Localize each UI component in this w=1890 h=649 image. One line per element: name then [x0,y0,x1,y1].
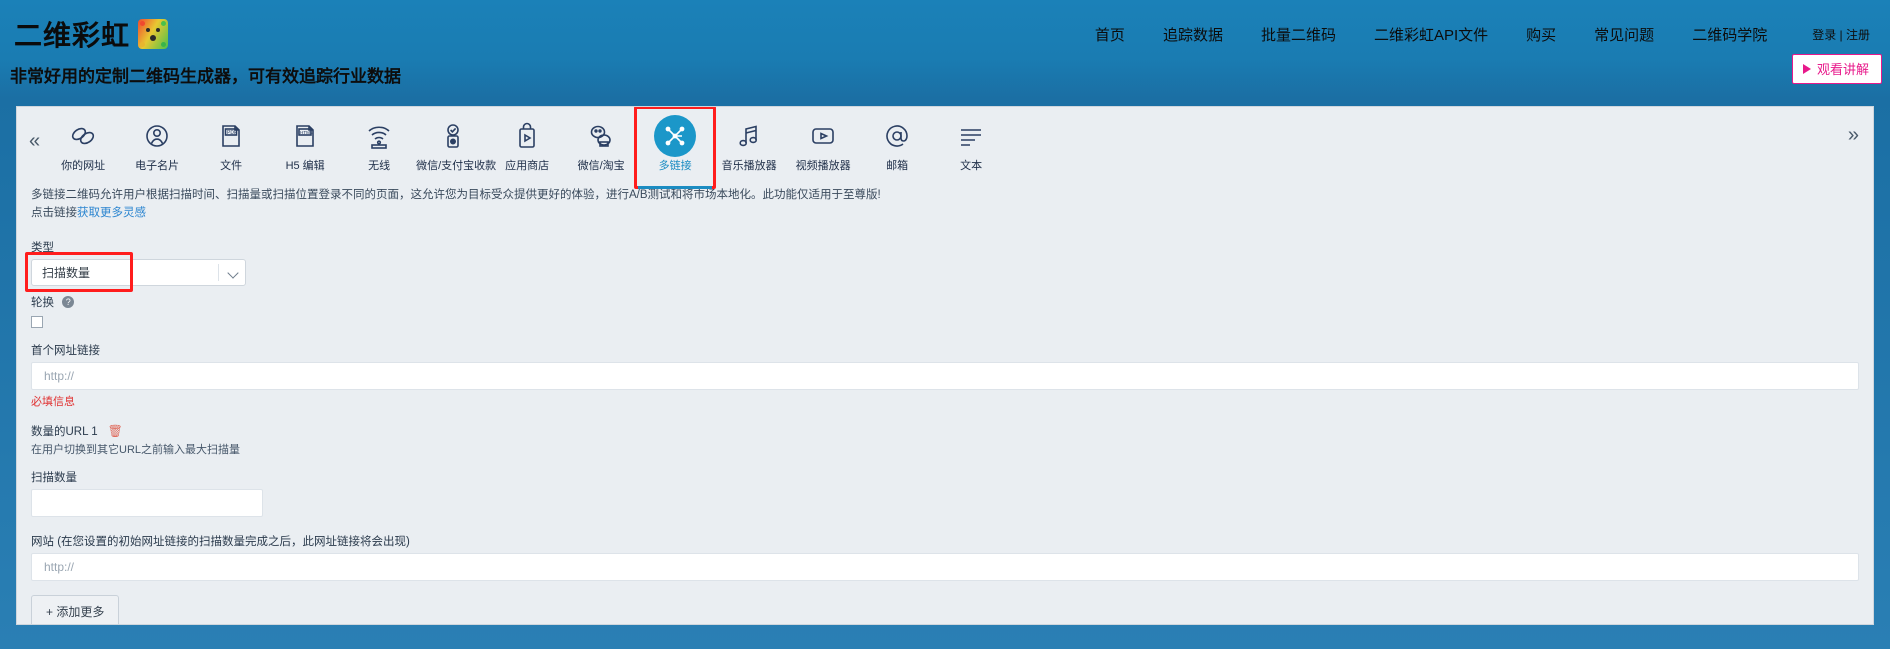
quantity-url-hint: 在用户切换到其它URL之前输入最大扫描量 [31,443,241,456]
svg-text:HTML: HTML [300,130,313,135]
main-nav: 首页 追踪数据 批量二维码 二维彩虹API文件 购买 常见问题 二维码学院 登录… [1076,24,1882,45]
scan-count-label: 扫描数量 [31,471,77,484]
tool-label: 文本 [960,160,983,172]
music-note-icon [712,117,786,155]
generator-panel: « 你的网址 电子名片 PDF 文件 HTML H5 编辑 无线 微信/支付宝收… [16,106,1874,625]
type-label: 类型 [31,241,54,254]
tool-multi-link[interactable]: 多链接 [634,107,717,189]
tool-label: 无线 [368,160,391,172]
type-select-value: 扫描数量 [42,265,91,280]
tool-h5-editor[interactable]: HTML H5 编辑 [268,113,342,173]
chevron-down-icon[interactable] [227,266,239,279]
description-line-1: 多链接二维码允许用户根据扫描时间、扫描量或扫描位置登录不同的页面，这允许您为目标… [31,189,881,201]
trash-icon[interactable]: 🗑 [108,424,123,438]
watch-tutorial-button[interactable]: 观看讲解 [1791,54,1882,84]
nav-item-bulk-qr[interactable]: 批量二维码 [1242,24,1355,45]
nav-item-academy[interactable]: 二维码学院 [1673,24,1786,45]
page-subtitle: 非常好用的定制二维码生成器，可有效追踪行业数据 [10,67,401,86]
tool-label: 文件 [220,160,243,172]
tool-file[interactable]: PDF 文件 [194,113,268,173]
html-file-icon: HTML [268,117,342,155]
wechat-taobao-icon [564,117,638,155]
chevron-left-double-icon[interactable]: « [21,113,46,151]
tool-label: 音乐播放器 [721,160,777,172]
type-select-wrapper: 扫描数量 [25,251,246,292]
tool-label: 电子名片 [135,160,180,172]
video-play-icon [786,117,860,155]
watch-tutorial-label: 观看讲解 [1816,62,1869,77]
qr-type-toolbar: « 你的网址 电子名片 PDF 文件 HTML H5 编辑 无线 微信/支付宝收… [17,107,1873,189]
tool-label: 应用商店 [505,160,550,172]
tool-your-url[interactable]: 你的网址 [46,113,120,173]
text-lines-icon [934,117,1008,155]
quantity-url-row-title: 数量的URL 1 🗑 [31,423,1859,439]
inspiration-link[interactable]: 获取更多灵感 [77,207,146,219]
website-input[interactable]: http:// [31,552,1859,581]
quantity-url-label: 数量的URL 1 [31,425,98,438]
tool-wechat-alipay-payment[interactable]: 微信/支付宝收款 [416,113,497,173]
website-label: 网站 (在您设置的初始网址链接的扫描数量完成之后，此网址链接将会出现) [31,535,410,548]
rotate-checkbox[interactable] [31,315,43,328]
tool-label: 多链接 [658,160,692,172]
tool-label: 视频播放器 [795,160,851,172]
nav-item-api-docs[interactable]: 二维彩虹API文件 [1355,24,1507,45]
brand-title: 二维彩虹 [14,20,131,51]
tool-label: 微信/淘宝 [577,160,625,172]
multi-link-form: 类型 扫描数量 轮换 ? 首个网址链接 http:// 必填信息 数量的URL … [17,223,1873,624]
pdf-file-icon: PDF [194,117,268,155]
nav-item-purchase[interactable]: 购买 [1507,24,1575,45]
question-mark-icon[interactable]: ? [62,295,75,308]
app-store-icon [490,117,564,155]
description-line-2-prefix: 点击链接 [31,206,77,219]
link-chain-icon [46,117,120,155]
multi-link-icon [638,115,712,157]
brand[interactable]: 二维彩虹 [14,14,169,54]
chevron-right-double-icon[interactable]: » [1840,107,1865,145]
tool-vcard[interactable]: 电子名片 [120,113,194,173]
tool-wechat-taobao[interactable]: 微信/淘宝 [564,113,638,173]
first-url-error: 必填信息 [31,395,75,408]
rotate-label: 轮换 ? [31,294,1859,310]
tool-text[interactable]: 文本 [934,113,1008,173]
first-url-label: 首个网址链接 [31,344,100,357]
user-badge-icon [120,117,194,155]
rotate-label-text: 轮换 [31,296,54,309]
nav-item-home[interactable]: 首页 [1076,24,1144,45]
type-select[interactable]: 扫描数量 [31,258,246,286]
first-url-input[interactable]: http:// [31,361,1859,390]
tool-app-store[interactable]: 应用商店 [490,113,564,173]
scan-count-input[interactable] [31,488,263,517]
tool-label: H5 编辑 [285,160,325,172]
select-divider [218,263,219,281]
play-triangle-icon [1802,63,1811,74]
at-email-icon [860,117,934,155]
login-register-link[interactable]: 登录 | 注册 [1786,26,1882,43]
wifi-icon [342,117,416,155]
tool-label: 微信/支付宝收款 [416,160,497,172]
wechat-pay-icon [416,117,490,155]
rainbow-qr-logo-icon [138,19,169,49]
tool-wifi[interactable]: 无线 [342,113,416,173]
nav-item-tracking[interactable]: 追踪数据 [1144,24,1242,45]
svg-text:PDF: PDF [227,130,237,136]
tool-music-player[interactable]: 音乐播放器 [712,113,786,173]
nav-item-faq[interactable]: 常见问题 [1575,24,1673,45]
page-stage: « 你的网址 电子名片 PDF 文件 HTML H5 编辑 无线 微信/支付宝收… [0,98,1890,649]
tool-label: 邮箱 [886,160,909,172]
type-description: 多链接二维码允许用户根据扫描时间、扫描量或扫描位置登录不同的页面，这允许您为目标… [17,177,1873,223]
add-more-button[interactable]: + 添加更多 [31,594,120,624]
site-header: 二维彩虹 首页 追踪数据 批量二维码 二维彩虹API文件 购买 常见问题 二维码… [0,0,1890,98]
tool-video-player[interactable]: 视频播放器 [786,113,860,173]
tool-email[interactable]: 邮箱 [860,113,934,173]
tool-label: 你的网址 [61,160,106,172]
